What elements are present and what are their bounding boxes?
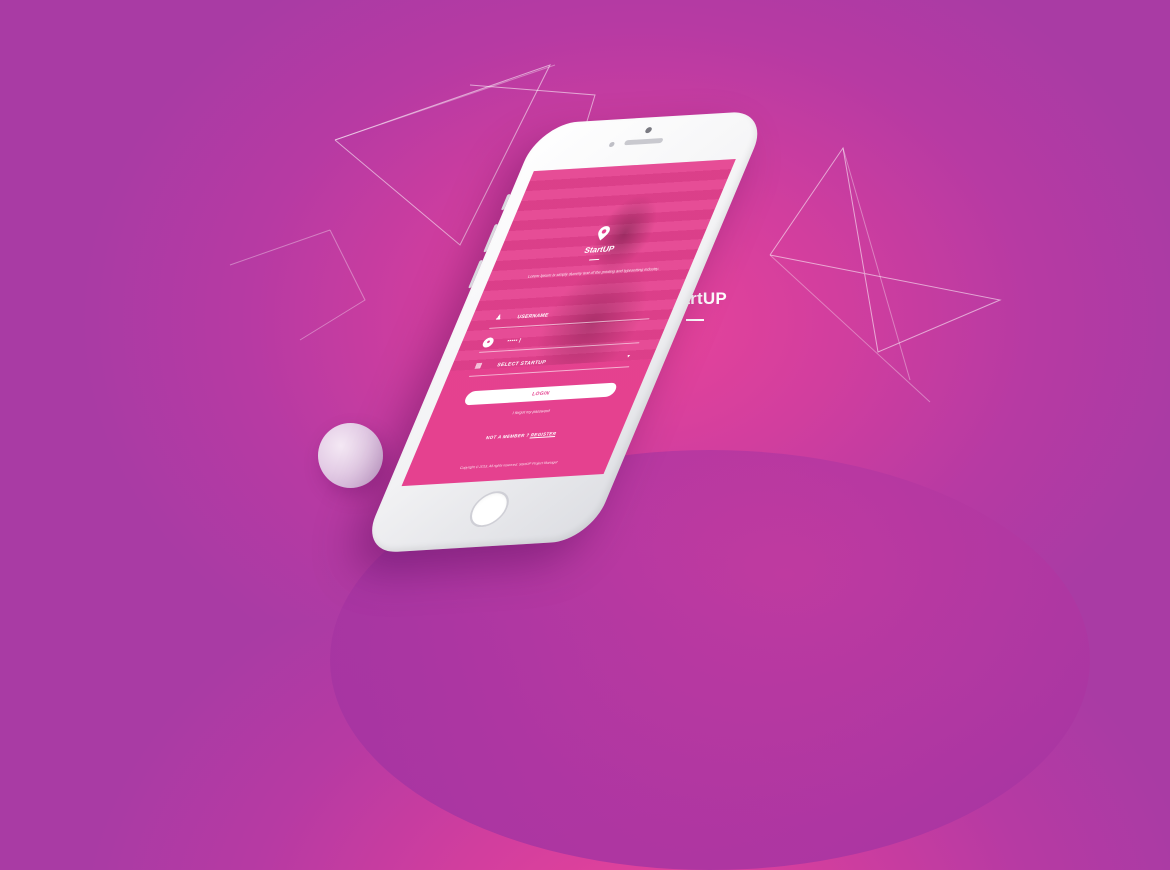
copyright-text: Copyright © 2015. All rights reserved. S… — [459, 460, 559, 471]
phone-device: StartUP Lorem Ipsum is simply dummy text… — [343, 106, 840, 594]
volume-up-button — [483, 224, 498, 253]
mute-switch — [500, 194, 511, 211]
register-row: NOT A MEMBER ? REGISTER — [419, 427, 623, 444]
register-prefix: NOT A MEMBER ? — [485, 432, 531, 441]
forgot-password-link[interactable]: I forgot my password — [429, 403, 633, 420]
username-placeholder: USERNAME — [516, 312, 550, 321]
phone-mockup: StartUP Lorem Ipsum is simply dummy text… — [0, 0, 1170, 620]
volume-down-button — [468, 260, 483, 289]
password-value: ••••• | — [505, 337, 523, 345]
home-button[interactable] — [463, 490, 515, 529]
front-camera — [644, 126, 653, 134]
proximity-sensor — [608, 141, 616, 148]
select-startup-label: SELECT STARTUP — [495, 359, 547, 369]
chevron-down-icon: ▾ — [625, 353, 631, 360]
phone-body: StartUP Lorem Ipsum is simply dummy text… — [359, 110, 770, 554]
login-button[interactable]: LOGIN — [462, 382, 619, 406]
register-link[interactable]: REGISTER — [530, 431, 558, 438]
app-screen: StartUP Lorem Ipsum is simply dummy text… — [401, 159, 736, 487]
earpiece-speaker — [623, 138, 664, 146]
